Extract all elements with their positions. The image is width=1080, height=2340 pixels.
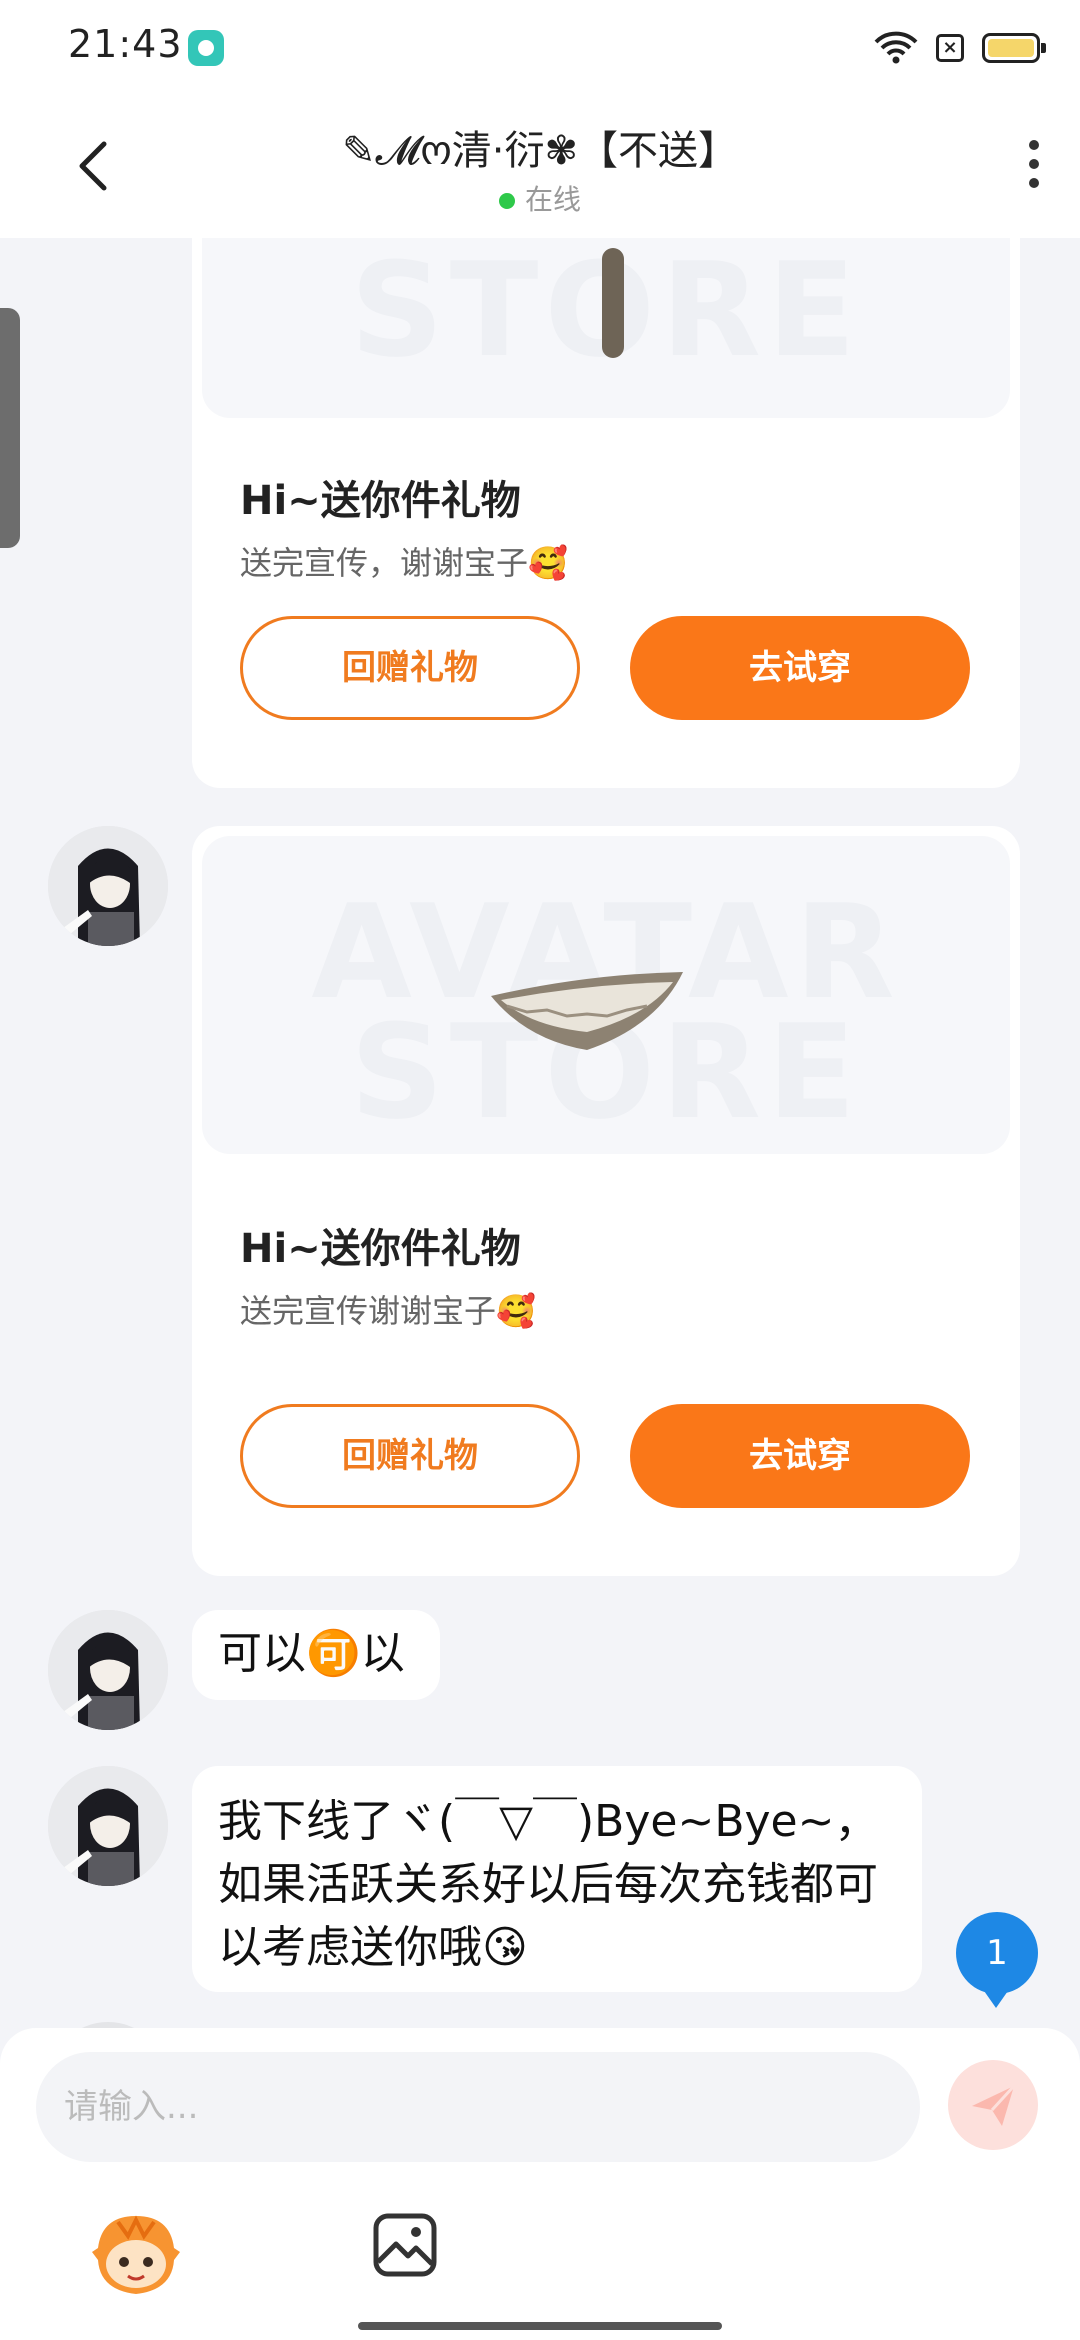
battery-icon [982,33,1046,63]
message-bubble[interactable]: 可以🉑以 [192,1610,440,1700]
message-input-bar [0,2028,1080,2340]
gift-card-title: Hi~送你件礼物 [240,1226,521,1272]
avatar[interactable] [48,1610,168,1730]
gift-card-title: Hi~送你件礼物 [240,478,521,524]
status-bar: 21:43 × [0,0,1080,96]
image-icon[interactable] [372,2212,438,2278]
gift-preview-image[interactable]: STORE [202,238,1010,418]
online-status: 在线 [0,178,1080,218]
side-drawer-handle[interactable] [0,308,20,548]
wifi-icon [874,31,918,64]
home-indicator[interactable] [358,2322,722,2330]
online-dot-icon [498,193,515,209]
send-icon [972,2084,1016,2126]
gift-item-image [602,248,624,358]
return-gift-button[interactable]: 回赠礼物 [240,1404,580,1508]
avatar[interactable] [48,826,168,946]
gift-card-subtitle: 送完宣传，谢谢宝子🥰 [240,544,568,582]
contact-name: ✎𝓜ო清·衍✾【不送】 [342,128,738,174]
no-sim-icon: × [936,34,964,62]
app-notification-icon [188,30,224,66]
avatar[interactable] [48,1766,168,1886]
status-icons: × [874,28,1046,68]
message-input[interactable] [36,2052,920,2162]
sticker-icon[interactable] [88,2208,184,2304]
chat-header: ✎𝓜ო清·衍✾【不送】 在线 [0,96,1080,238]
gift-card: AVATAR STORE Hi~送你件礼物 送完宣传谢谢宝子🥰 回赠礼物 去试穿 [192,826,1020,1576]
gift-preview-image[interactable]: AVATAR STORE [202,836,1010,1154]
online-status-label: 在线 [524,183,581,216]
message-bubble[interactable]: 我下线了ヾ(￣▽￣)Bye~Bye~，如果活跃关系好以后每次充钱都可以考虑送你哦… [192,1766,922,1992]
return-gift-button[interactable]: 回赠礼物 [240,616,580,720]
try-on-button[interactable]: 去试穿 [630,616,970,720]
status-time: 21:43 [68,22,183,66]
send-button[interactable] [948,2060,1038,2150]
gift-item-image [491,972,683,1050]
try-on-button[interactable]: 去试穿 [630,1404,970,1508]
more-options-icon[interactable] [1022,140,1046,196]
unread-count-badge[interactable]: 1 [956,1912,1038,2008]
gift-card-subtitle: 送完宣传谢谢宝子🥰 [240,1292,536,1330]
gift-card: STORE Hi~送你件礼物 送完宣传，谢谢宝子🥰 回赠礼物 去试穿 [192,238,1020,788]
chat-message-list[interactable]: STORE Hi~送你件礼物 送完宣传，谢谢宝子🥰 回赠礼物 去试穿 AVATA… [0,238,1080,2028]
